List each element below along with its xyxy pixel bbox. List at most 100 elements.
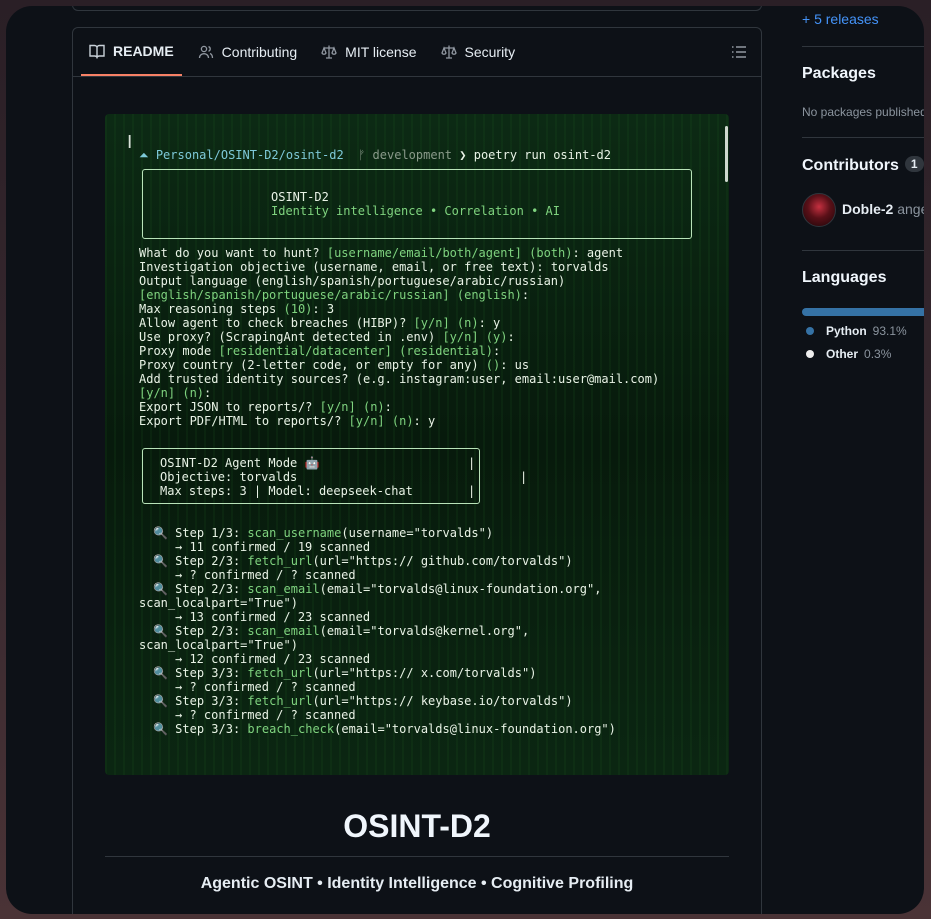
- step-label: Step 2/3:: [175, 554, 248, 568]
- language-percent: 93.1%: [872, 324, 907, 338]
- step-label: Step 2/3:: [175, 624, 248, 638]
- prompt-answer: : y: [478, 316, 501, 330]
- prompt-options: [y/n] (n): [139, 386, 205, 400]
- book-icon: [89, 44, 105, 59]
- prompt-question-line: What do you want to hunt? [username/emai…: [139, 246, 623, 260]
- contributors-heading[interactable]: Contributors 1: [802, 156, 924, 175]
- step-label: Step 3/3:: [175, 722, 248, 736]
- prompt-text: Export JSON to reports/?: [139, 400, 320, 414]
- step-args: (username="torvalds"): [341, 526, 494, 540]
- language-name: Python: [826, 324, 867, 338]
- readme-tabs: README Contributing MIT license Security: [73, 28, 761, 77]
- sidebar-divider: [802, 46, 924, 47]
- prompt-text: Proxy country (2-letter code, or empty f…: [139, 358, 486, 372]
- releases-link[interactable]: + 5 releases: [802, 11, 879, 27]
- agent-box-objective: Objective: torvalds: [160, 470, 298, 484]
- magnifier-icon: 🔍: [153, 554, 176, 568]
- avatar[interactable]: [802, 193, 836, 227]
- step-args: (url="https:// github.com/torvalds"): [312, 554, 573, 568]
- contributor-entry[interactable]: Doble-2 ange: [842, 201, 924, 217]
- packages-heading[interactable]: Packages: [802, 65, 876, 83]
- languages-heading: Languages: [802, 269, 887, 286]
- prompt-answer: :: [204, 386, 212, 400]
- box-border-glyph: |: [468, 456, 476, 470]
- step-result: → ? confirmed / ? scanned: [175, 568, 356, 582]
- banner-tagline: Identity intelligence • Correlation • AI: [271, 204, 560, 218]
- prompt-question-line: Export PDF/HTML to reports/? [y/n] (n): …: [139, 414, 435, 428]
- tab-label: Contributing: [221, 44, 298, 60]
- step-fn: scan_username: [247, 526, 342, 540]
- contributors-count: 1: [904, 156, 924, 172]
- magnifier-icon: 🔍: [153, 666, 176, 680]
- step-fn: fetch_url: [247, 554, 313, 568]
- prompt-answer: : agent: [572, 246, 624, 260]
- prompt-question-line: Investigation objective (username, email…: [139, 260, 609, 274]
- agent-box-title: OSINT-D2 Agent Mode 🤖: [160, 456, 320, 470]
- tab-label: README: [113, 43, 174, 59]
- tab-readme[interactable]: README: [81, 28, 182, 76]
- banner-title: OSINT-D2: [271, 190, 329, 204]
- prompt-text: Use proxy? (ScrapingAnt detected in .env…: [139, 330, 443, 344]
- step-fn: scan_email: [247, 624, 320, 638]
- language-bar: [802, 308, 924, 316]
- prompt-options: [y/n] (n): [319, 400, 385, 414]
- tab-license[interactable]: MIT license: [313, 28, 424, 76]
- box-border-glyph: |: [468, 484, 476, 498]
- agent-step-line: 🔍 Step 2/3: fetch_url(url="https:// gith…: [153, 554, 573, 568]
- prompt-chevron-icon: ❯: [452, 148, 474, 162]
- step-args: (url="https:// keybase.io/torvalds"): [312, 694, 573, 708]
- browser-window: README Contributing MIT license Security…: [6, 6, 924, 914]
- prompt-path: Personal/OSINT-D2/osint-d2: [155, 148, 344, 162]
- prompt-question-line: [english/spanish/portuguese/arabic/russi…: [139, 288, 529, 302]
- readme-card: README Contributing MIT license Security…: [72, 27, 762, 914]
- terminal-scrollbar[interactable]: [725, 126, 728, 182]
- prompt-text: Allow agent to check breaches (HIBP)?: [139, 316, 414, 330]
- language-item-python[interactable]: Python 93.1%: [802, 324, 907, 338]
- step-result: → ? confirmed / ? scanned: [175, 708, 356, 722]
- title-divider: [105, 856, 729, 857]
- magnifier-icon: 🔍: [153, 624, 176, 638]
- contributor-extra: ange: [897, 201, 924, 217]
- prompt-question-line: Allow agent to check breaches (HIBP)? [y…: [139, 316, 500, 330]
- prompt-answer: : y: [413, 414, 436, 428]
- step-args: (email="torvalds@linux-foundation.org",: [319, 582, 602, 596]
- prompt-question-line: Output language (english/spanish/portugu…: [139, 274, 565, 288]
- prompt-question-line: Max reasoning steps (10): 3: [139, 302, 334, 316]
- prompt-text: What do you want to hunt?: [139, 246, 327, 260]
- branch-name: development: [372, 148, 453, 162]
- prompt-options: [y/n] (n): [413, 316, 479, 330]
- step-fn: fetch_url: [247, 666, 313, 680]
- list-unordered-icon[interactable]: [731, 44, 747, 60]
- step-fn: scan_email: [247, 582, 320, 596]
- tab-security[interactable]: Security: [433, 28, 524, 76]
- magnifier-icon: 🔍: [153, 526, 176, 540]
- prompt-answer: : us: [500, 358, 530, 372]
- prompt-options: [english/spanish/portuguese/arabic/russi…: [139, 288, 522, 302]
- language-percent: 0.3%: [864, 347, 892, 361]
- tab-contributing[interactable]: Contributing: [190, 28, 306, 76]
- prompt-question-line: [y/n] (n):: [139, 386, 211, 400]
- language-dot-icon: [806, 327, 814, 335]
- prompt-question-line: Export JSON to reports/? [y/n] (n):: [139, 400, 392, 414]
- contributors-label: Contributors: [802, 157, 899, 174]
- step-result: → 13 confirmed / 23 scanned: [175, 610, 371, 624]
- prompt-answer: : 3: [312, 302, 335, 316]
- prompt-text: Proxy mode: [139, 344, 219, 358]
- readme-title: OSINT-D2: [343, 808, 491, 844]
- prompt-command: poetry run osint-d2: [473, 148, 611, 162]
- about-card-edge: [72, 6, 762, 11]
- agent-step-line: 🔍 Step 3/3: fetch_url(url="https:// keyb…: [153, 694, 573, 708]
- language-item-other[interactable]: Other 0.3%: [802, 347, 891, 361]
- prompt-line: ⏶ Personal/OSINT-D2/osint-d2 ᚠ developme…: [139, 148, 611, 162]
- magnifier-icon: 🔍: [153, 694, 176, 708]
- prompt-options: (10): [283, 302, 313, 316]
- language-dot-icon: [806, 350, 814, 358]
- prompt-arrow-icon: ⏶: [139, 148, 156, 162]
- prompt-question-line: Add trusted identity sources? (e.g. inst…: [139, 372, 659, 386]
- step-args-continued: scan_localpart="True"): [139, 596, 298, 610]
- prompt-text: Add trusted identity sources? (e.g. inst…: [139, 372, 660, 386]
- tab-label: MIT license: [345, 44, 417, 60]
- prompt-answer: :: [493, 344, 501, 358]
- prompt-answer: :: [521, 288, 530, 302]
- text-cursor-icon: I: [127, 132, 133, 153]
